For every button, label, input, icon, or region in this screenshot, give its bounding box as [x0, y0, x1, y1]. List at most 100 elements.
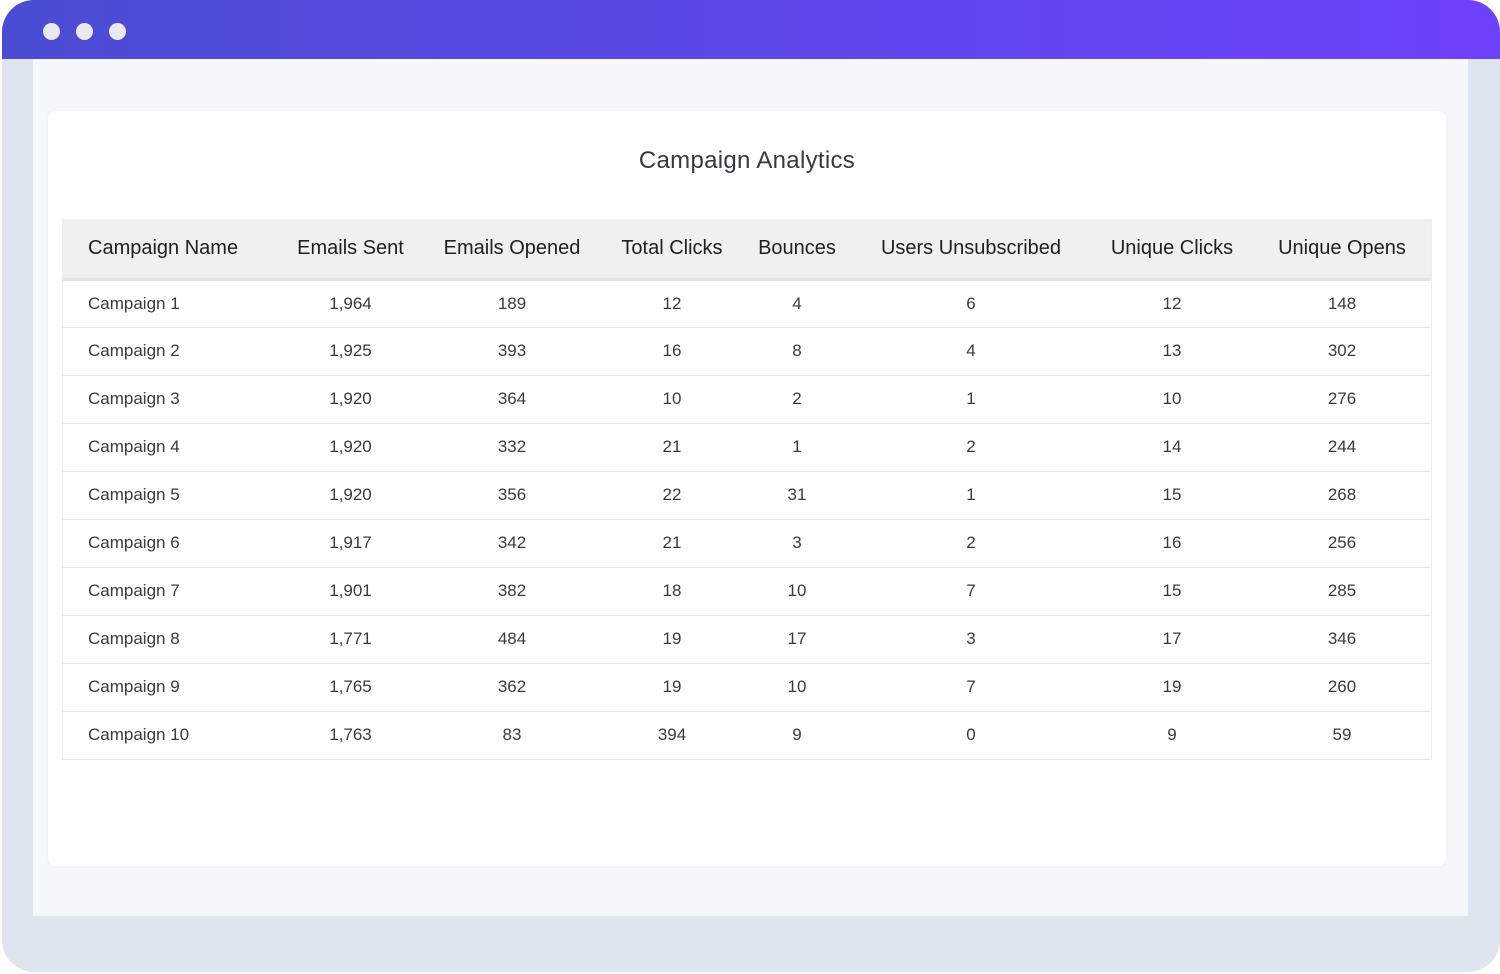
campaign-table-container: Campaign Name Emails Sent Emails Opened Tot…: [62, 219, 1432, 760]
column-header-unique-opens[interactable]: Unique Opens: [1253, 219, 1431, 281]
cell-total-clicks: 19: [662, 677, 682, 696]
cell-total-clicks: 10: [662, 389, 682, 408]
cell-bounces: 10: [787, 581, 807, 600]
cell-unique-clicks: 9: [1167, 725, 1177, 744]
column-header-users-unsubscribed[interactable]: Users Unsubscribed: [851, 219, 1091, 281]
cell-bounces: 2: [792, 389, 802, 408]
window-titlebar: [2, 0, 1500, 59]
cell-unique-opens: 59: [1332, 725, 1352, 744]
cell-total-clicks: 18: [662, 581, 682, 600]
cell-users-unsubscribed: 2: [966, 533, 976, 552]
column-header-emails-opened[interactable]: Emails Opened: [423, 219, 601, 281]
cell-bounces: 8: [792, 341, 802, 360]
cell-unique-opens: 268: [1327, 485, 1357, 504]
table-row[interactable]: Campaign 8 1,771 484 19 17 3 17 346: [63, 615, 1431, 663]
app-window: Campaign Analytics Campaign Name Emails S…: [2, 0, 1500, 972]
table-row[interactable]: Campaign 1 1,964 189 12 4 6 12 148: [63, 279, 1431, 327]
column-header-total-clicks[interactable]: Total Clicks: [601, 219, 743, 281]
cell-emails-sent: 1,925: [329, 341, 372, 360]
cell-unique-clicks: 16: [1162, 533, 1182, 552]
cell-emails-sent: 1,920: [329, 389, 372, 408]
campaign-table: Campaign Name Emails Sent Emails Opened Tot…: [63, 219, 1431, 760]
cell-unique-clicks: 10: [1162, 389, 1182, 408]
cell-emails-sent: 1,920: [329, 437, 372, 456]
cell-unique-clicks: 12: [1162, 293, 1182, 313]
cell-users-unsubscribed: 7: [966, 581, 976, 600]
cell-emails-opened: 342: [497, 533, 527, 552]
cell-users-unsubscribed: 2: [966, 437, 976, 456]
cell-unique-clicks: 17: [1162, 629, 1182, 648]
cell-emails-sent: 1,901: [329, 581, 372, 600]
cell-bounces: 10: [787, 677, 807, 696]
cell-unique-opens: 256: [1327, 533, 1357, 552]
page-title: Campaign Analytics: [638, 147, 856, 174]
cell-campaign-name: Campaign 9: [88, 677, 180, 696]
window-control-dot-icon[interactable]: [109, 23, 126, 40]
cell-unique-clicks: 15: [1162, 581, 1182, 600]
cell-total-clicks: 21: [662, 533, 682, 552]
cell-campaign-name: Campaign 6: [88, 533, 180, 552]
window-control-dot-icon[interactable]: [76, 23, 93, 40]
table-row[interactable]: Campaign 6 1,917 342 21 3 2 16 256: [63, 519, 1431, 567]
cell-unique-opens: 276: [1327, 389, 1357, 408]
cell-emails-sent: 1,771: [329, 629, 372, 648]
cell-total-clicks: 19: [662, 629, 682, 648]
table-row[interactable]: Campaign 3 1,920 364 10 2 1 10 276: [63, 375, 1431, 423]
cell-users-unsubscribed: 3: [966, 629, 976, 648]
cell-unique-clicks: 19: [1162, 677, 1182, 696]
cell-emails-opened: 332: [497, 437, 527, 456]
cell-bounces: 17: [787, 629, 807, 648]
cell-bounces: 31: [787, 485, 807, 504]
cell-emails-opened: 189: [497, 293, 527, 313]
table-row[interactable]: Campaign 4 1,920 332 21 1 2 14 244: [63, 423, 1431, 471]
cell-unique-opens: 285: [1327, 581, 1357, 600]
cell-users-unsubscribed: 0: [966, 725, 976, 744]
cell-users-unsubscribed: 7: [966, 677, 976, 696]
cell-emails-opened: 83: [502, 725, 522, 744]
cell-total-clicks: 22: [662, 485, 682, 504]
cell-emails-opened: 484: [497, 629, 527, 648]
cell-campaign-name: Campaign 3: [88, 389, 180, 408]
cell-users-unsubscribed: 1: [966, 389, 976, 408]
cell-emails-sent: 1,917: [329, 533, 372, 552]
cell-emails-opened: 356: [497, 485, 527, 504]
cell-bounces: 4: [792, 293, 802, 313]
table-row[interactable]: Campaign 7 1,901 382 18 10 7 15 285: [63, 567, 1431, 615]
cell-campaign-name: Campaign 5: [88, 485, 180, 504]
table-row[interactable]: Campaign 2 1,925 393 16 8 4 13 302: [63, 327, 1431, 375]
cell-total-clicks: 394: [657, 725, 687, 744]
cell-unique-clicks: 13: [1162, 341, 1182, 360]
cell-total-clicks: 21: [662, 437, 682, 456]
cell-emails-sent: 1,763: [329, 725, 372, 744]
cell-campaign-name: Campaign 4: [88, 437, 180, 456]
cell-campaign-name: Campaign 10: [88, 725, 190, 744]
cell-campaign-name: Campaign 8: [88, 629, 180, 648]
cell-unique-clicks: 15: [1162, 485, 1182, 504]
cell-bounces: 3: [792, 533, 802, 552]
column-header-campaign-name[interactable]: Campaign Name: [63, 219, 278, 281]
table-row[interactable]: Campaign 5 1,920 356 22 31 1 15 268: [63, 471, 1431, 519]
column-header-unique-clicks[interactable]: Unique Clicks: [1091, 219, 1253, 281]
cell-emails-opened: 364: [497, 389, 527, 408]
cell-emails-opened: 382: [497, 581, 527, 600]
cell-campaign-name: Campaign 1: [88, 293, 180, 313]
window-control-dot-icon[interactable]: [43, 23, 60, 40]
cell-total-clicks: 16: [662, 341, 682, 360]
cell-unique-clicks: 14: [1162, 437, 1182, 456]
cell-emails-opened: 393: [497, 341, 527, 360]
content-area: Campaign Analytics Campaign Name Emails S…: [33, 59, 1468, 916]
cell-users-unsubscribed: 4: [966, 341, 976, 360]
cell-unique-opens: 148: [1327, 293, 1357, 313]
cell-campaign-name: Campaign 7: [88, 581, 180, 600]
cell-unique-opens: 244: [1327, 437, 1357, 456]
table-row[interactable]: Campaign 10 1,763 83 394 9 0 9 59: [63, 711, 1431, 759]
cell-unique-opens: 260: [1327, 677, 1357, 696]
column-header-emails-sent[interactable]: Emails Sent: [278, 219, 423, 281]
table-header-row: Campaign Name Emails Sent Emails Opened Tot…: [63, 219, 1431, 281]
cell-bounces: 9: [792, 725, 802, 744]
table-row[interactable]: Campaign 9 1,765 362 19 10 7 19 260: [63, 663, 1431, 711]
column-header-bounces[interactable]: Bounces: [743, 219, 851, 281]
cell-unique-opens: 302: [1327, 341, 1357, 360]
cell-emails-sent: 1,964: [329, 293, 372, 313]
cell-bounces: 1: [792, 437, 802, 456]
